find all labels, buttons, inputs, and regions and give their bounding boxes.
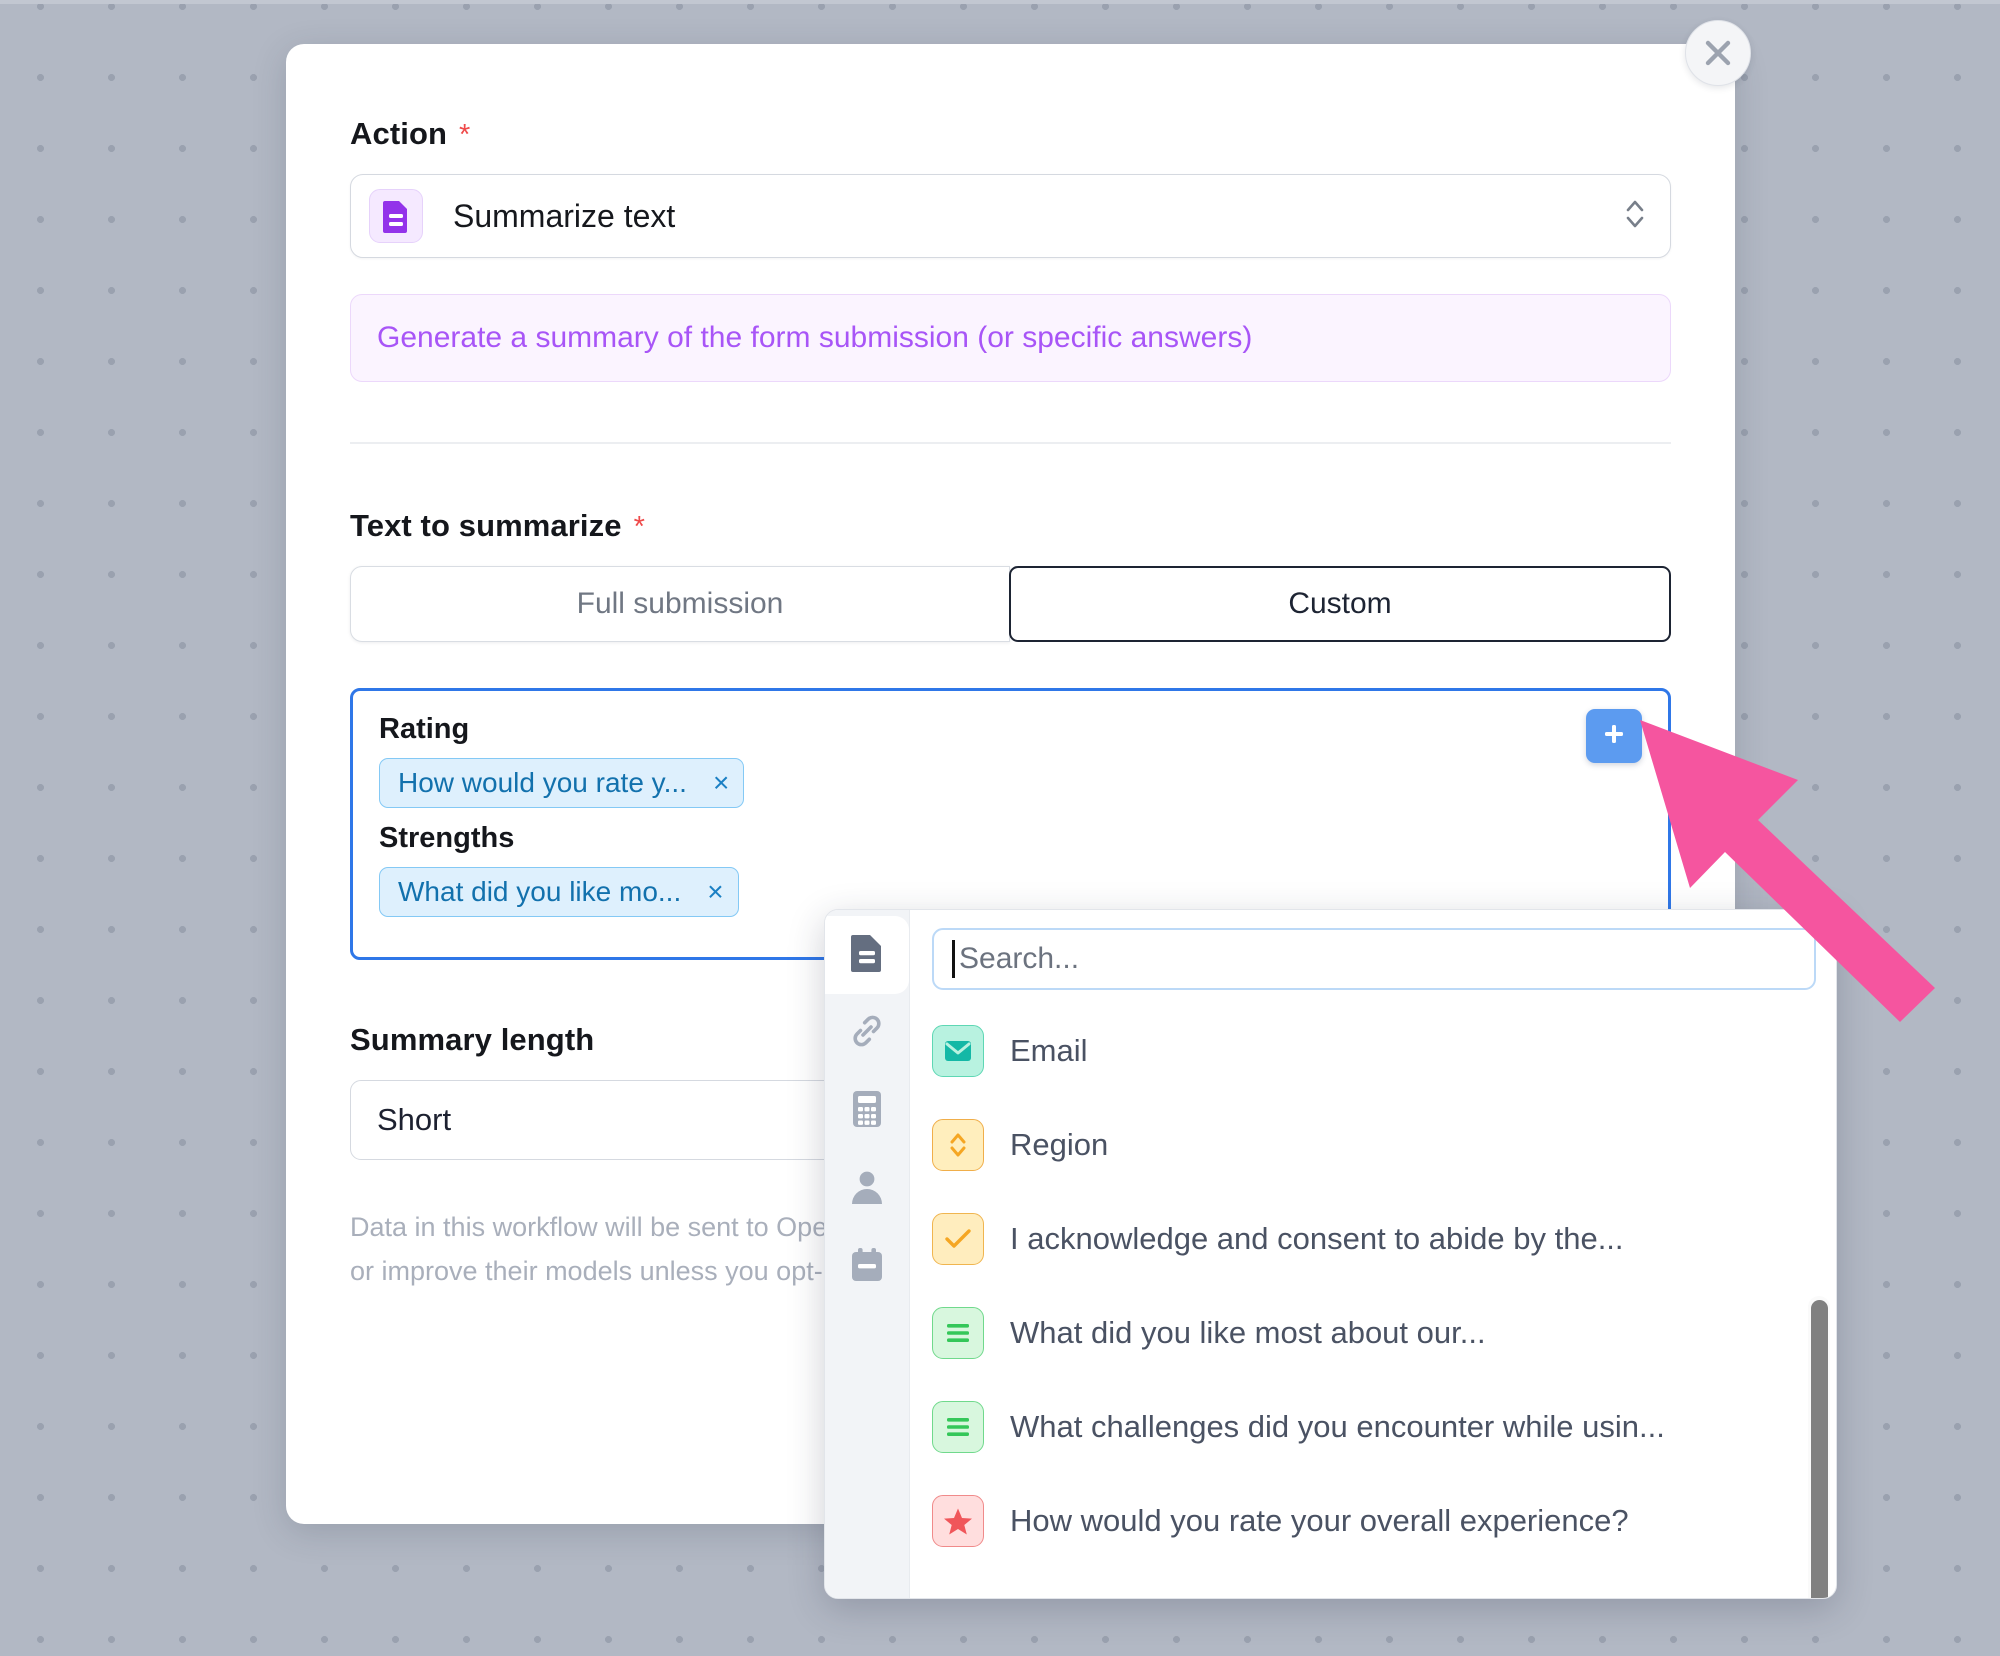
list-item-label: I acknowledge and consent to abide by th… [1010, 1221, 1624, 1256]
chip-label: How would you rate y... [398, 767, 687, 798]
action-select[interactable]: Summarize text [350, 174, 1671, 258]
action-selected-value: Summarize text [453, 197, 676, 234]
list-item[interactable]: Email [910, 1004, 1836, 1098]
list-item[interactable]: Region [910, 1098, 1836, 1192]
selected-field-chip[interactable]: How would you rate y... × [379, 758, 745, 808]
top-edge-strip [0, 0, 2000, 4]
calculator-icon [850, 1089, 884, 1134]
list-item[interactable]: What did you like most about our... [910, 1286, 1836, 1380]
long-text-icon [932, 1307, 984, 1359]
field-group-rating: Rating How would you rate y... × [379, 713, 1642, 822]
selected-field-chip[interactable]: What did you like mo... × [379, 867, 739, 917]
tab-custom-label: Custom [1288, 587, 1392, 620]
document-icon [850, 933, 884, 978]
search-placeholder: Search... [959, 942, 1080, 975]
field-type-rail [825, 910, 910, 1598]
email-icon [932, 1025, 984, 1077]
close-x-icon[interactable]: × [707, 878, 723, 906]
select-updown-icon [932, 1119, 984, 1171]
close-icon [1700, 35, 1736, 71]
tab-custom[interactable]: Custom [1009, 566, 1671, 642]
action-label-text: Action [350, 116, 448, 151]
chevron-up-down-icon [1622, 194, 1648, 239]
required-asterisk: * [633, 511, 645, 543]
link-icon [848, 1012, 886, 1055]
text-to-summarize-label: Text to summarize * [350, 508, 1671, 544]
checkbox-check-icon [932, 1213, 984, 1265]
list-item[interactable]: How would you rate your overall experien… [910, 1474, 1836, 1568]
action-description: Generate a summary of the form submissio… [350, 294, 1671, 382]
calendar-icon [849, 1246, 885, 1289]
section-divider [350, 442, 1671, 444]
list-item-label: Region [1010, 1127, 1109, 1162]
list-item[interactable]: I acknowledge and consent to abide by th… [910, 1192, 1836, 1286]
field-picker-dropdown: Search... Email Region I acknowledge and… [824, 909, 1837, 1599]
text-caret [952, 940, 955, 978]
close-x-icon[interactable]: × [713, 769, 729, 797]
list-item[interactable]: What challenges did you encounter while … [910, 1380, 1836, 1474]
text-to-summarize-label-text: Text to summarize [350, 508, 622, 543]
list-item-label: What did you like most about our... [1010, 1315, 1486, 1350]
group-label: Rating [379, 713, 470, 745]
field-picker-main: Search... Email Region I acknowledge and… [910, 910, 1836, 1598]
search-input[interactable]: Search... [932, 928, 1816, 990]
rail-tab-calculator[interactable] [825, 1072, 909, 1150]
person-icon [849, 1168, 885, 1211]
plus-icon [1601, 721, 1627, 752]
rail-tab-person[interactable] [825, 1150, 909, 1228]
tab-full-submission-label: Full submission [576, 587, 784, 620]
summary-length-value: Short [377, 1102, 452, 1137]
star-rating-icon [932, 1495, 984, 1547]
rail-tab-link[interactable] [825, 994, 909, 1072]
document-summary-icon [369, 189, 423, 243]
tab-full-submission[interactable]: Full submission [350, 566, 1010, 642]
text-source-segmented-control: Full submission Custom [350, 566, 1671, 642]
list-item-label: What challenges did you encounter while … [1010, 1409, 1665, 1444]
chip-label: What did you like mo... [398, 876, 682, 907]
list-item-label: Email [1010, 1033, 1088, 1068]
required-asterisk: * [459, 119, 471, 151]
rail-tab-calendar[interactable] [825, 1228, 909, 1306]
group-label: Strengths [379, 822, 515, 854]
action-label: Action * [350, 116, 1671, 152]
list-item-label: How would you rate your overall experien… [1010, 1503, 1629, 1538]
scrollbar-thumb[interactable] [1811, 1300, 1828, 1598]
add-field-button[interactable] [1586, 709, 1642, 763]
rail-tab-document[interactable] [825, 916, 909, 994]
close-modal-button[interactable] [1685, 20, 1751, 86]
long-text-icon [932, 1401, 984, 1453]
search-row: Search... [910, 910, 1836, 998]
summary-length-label-text: Summary length [350, 1022, 595, 1057]
field-option-list: Email Region I acknowledge and consent t… [910, 998, 1836, 1598]
